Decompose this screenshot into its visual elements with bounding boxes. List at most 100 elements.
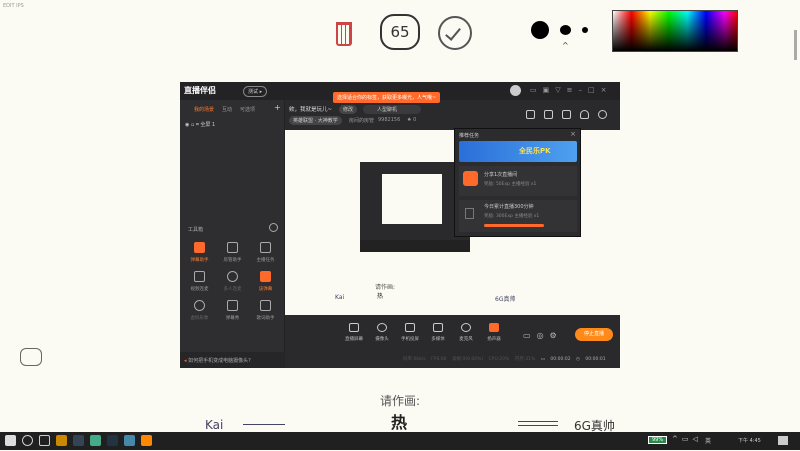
edit-title-button[interactable]: 修改 bbox=[339, 105, 358, 114]
status-bar: 码率:0kb/s FPS:60 丢帧:0(0.00%) CPU:20% 内存:3… bbox=[403, 357, 606, 362]
skin-icon[interactable]: ▣ bbox=[543, 86, 556, 94]
box-icon[interactable] bbox=[562, 110, 571, 119]
room-id: 9982156 bbox=[378, 117, 401, 123]
main-area: 欸，我就是玩儿~ 修改 人型聊机 英雄联盟 · 大神教学 房间的房管 99821… bbox=[285, 100, 620, 368]
toolbox-title: 工具箱 bbox=[188, 227, 204, 233]
brush-large[interactable] bbox=[531, 21, 549, 39]
record-time: 00:00:01 bbox=[585, 357, 606, 362]
tip-bar[interactable]: ◂ 如何把手机变成电脑摄像头? bbox=[180, 352, 285, 368]
scene-name: 全屏 1 bbox=[200, 122, 216, 128]
version-badge[interactable]: 测试 ▸ bbox=[243, 86, 268, 97]
brush-size-value: 65 bbox=[390, 23, 410, 41]
notification-icon[interactable] bbox=[778, 436, 788, 445]
brush-medium[interactable] bbox=[560, 25, 571, 35]
tool-danmu-show[interactable]: 弹幕秀 bbox=[216, 300, 249, 321]
live-streaming-app: 直播伴侣 测试 ▸ 选择适合你的标签，获取更多曝光，人气哦~ ▭▣▽≡–□× 我… bbox=[180, 82, 620, 368]
stream-title: 欸，我就是玩儿~ bbox=[289, 107, 333, 113]
minimize-icon[interactable]: – bbox=[579, 86, 589, 94]
close-icon[interactable]: × bbox=[570, 130, 576, 138]
task-progress-bar bbox=[484, 224, 544, 227]
chrome-icon[interactable] bbox=[90, 435, 101, 446]
prompt-word: 热 bbox=[391, 413, 408, 432]
add-scene-button[interactable]: + bbox=[274, 103, 281, 112]
tab-options[interactable]: 可选项 bbox=[240, 107, 255, 113]
scrollbar[interactable] bbox=[794, 30, 797, 60]
tag-field[interactable]: 人型聊机 bbox=[363, 105, 421, 114]
steam-icon[interactable] bbox=[107, 435, 118, 446]
tool-lyrics[interactable]: 歌词助手 bbox=[249, 300, 282, 321]
confirm-check-icon[interactable] bbox=[438, 16, 472, 50]
tool-danmu[interactable]: 该弹幕 bbox=[249, 271, 282, 292]
tool-danmu-helper[interactable]: 弹幕助手 bbox=[183, 242, 216, 263]
tag-tooltip: 选择适合你的标签，获取更多曝光，人气哦~ bbox=[333, 92, 441, 103]
search-icon[interactable] bbox=[22, 435, 33, 446]
task-item: 分享1次直播间 奖励: 50Exp 主播经验 x1 bbox=[459, 166, 577, 196]
tab-interact[interactable]: 互动 bbox=[222, 107, 232, 113]
popularity: ♠ 0 bbox=[407, 117, 417, 123]
steam-icon[interactable] bbox=[73, 435, 84, 446]
title-bar: 直播伴侣 测试 ▸ 选择适合你的标签，获取更多曝光，人气哦~ ▭▣▽≡–□× bbox=[180, 82, 620, 103]
phone-cast-button[interactable]: 手机投屏 bbox=[396, 323, 424, 342]
color-picker[interactable] bbox=[612, 10, 738, 52]
ime-indicator[interactable]: 英 bbox=[705, 436, 711, 445]
bell-icon[interactable] bbox=[580, 110, 589, 119]
tool-anchor-task[interactable]: 主播任务 bbox=[249, 242, 282, 263]
tab-scenes[interactable]: 我的场景 bbox=[194, 107, 214, 113]
app-icon[interactable] bbox=[56, 435, 67, 446]
task-name: 分享1次直播间 bbox=[484, 172, 518, 178]
microphone-button[interactable]: 麦克风 bbox=[452, 323, 480, 342]
filter-icon[interactable]: ▽ bbox=[555, 86, 566, 94]
taskbar-apps bbox=[2, 432, 155, 451]
settings-icon[interactable]: ⚙ bbox=[550, 331, 563, 340]
undo-icon[interactable] bbox=[20, 348, 42, 366]
avatar[interactable] bbox=[510, 85, 521, 96]
live-time: 00:00:02 bbox=[550, 357, 571, 362]
live-app-icon[interactable] bbox=[141, 435, 152, 446]
message-icon[interactable]: ▭ bbox=[530, 86, 543, 94]
task-name: 今日累计直播300分钟 bbox=[484, 204, 534, 210]
share-icon[interactable] bbox=[598, 110, 607, 119]
close-icon[interactable]: × bbox=[601, 86, 613, 94]
menu-icon[interactable]: ≡ bbox=[567, 86, 579, 94]
task-banner[interactable]: 全民乐PK bbox=[459, 141, 577, 162]
scene-item[interactable]: ◉ ▫ ⌗ 全屏 1 bbox=[185, 121, 215, 128]
screen-capture-button[interactable]: 直播屏幕 bbox=[340, 323, 368, 342]
eye-icon[interactable]: ◎ bbox=[537, 331, 550, 340]
brush-size-badge[interactable]: 65 bbox=[380, 14, 420, 50]
window-controls: ▭▣▽≡–□× bbox=[530, 86, 613, 94]
camera-button[interactable]: 摄像头 bbox=[368, 323, 396, 342]
speaker-button[interactable]: 扬声器 bbox=[480, 323, 508, 342]
gift-icon[interactable] bbox=[526, 110, 535, 119]
tray-icons[interactable]: ^▭◁ bbox=[672, 435, 702, 443]
tool-avatar[interactable]: 虚拟形象 bbox=[183, 300, 216, 321]
toolbox-settings-icon[interactable] bbox=[269, 223, 278, 232]
eye-icon[interactable]: ◉ bbox=[185, 122, 189, 128]
tool-video-link[interactable]: 视频连麦 bbox=[183, 271, 216, 292]
trash-icon[interactable] bbox=[336, 22, 352, 46]
windows-start-icon[interactable] bbox=[5, 435, 16, 446]
app-icon[interactable] bbox=[124, 435, 135, 446]
toolbox-grid: 弹幕助手 房管助手 主播任务 视频连麦 多人连麦 该弹幕 虚拟形象 弹幕秀 歌词助手 bbox=[183, 242, 285, 329]
brush-small[interactable] bbox=[582, 27, 588, 33]
task-reward: 奖励: 300Exp 主播经验 x1 bbox=[484, 214, 540, 219]
task-popup: 推荐任务 × 全民乐PK 分享1次直播间 奖励: 50Exp 主播经验 x1 今… bbox=[454, 128, 581, 237]
stop-stream-button[interactable]: 停止直播 bbox=[575, 328, 613, 341]
arrow-right-icon bbox=[243, 424, 285, 425]
battery-indicator[interactable]: 99% bbox=[648, 436, 668, 444]
chevron-up-icon[interactable]: ^ bbox=[562, 41, 569, 50]
record-icon[interactable]: ▭ bbox=[523, 331, 537, 340]
task-item: 今日累计直播300分钟 奖励: 300Exp 主播经验 x1 bbox=[459, 200, 577, 232]
tool-multi-link[interactable]: 多人连麦 bbox=[216, 271, 249, 292]
bottom-icons: ▭◎⚙ bbox=[523, 331, 563, 340]
prompt-label: 请作画: bbox=[380, 394, 421, 408]
clock[interactable]: 下午 4:45 bbox=[738, 437, 761, 444]
task-view-icon[interactable] bbox=[39, 435, 50, 446]
lock-icon[interactable] bbox=[544, 110, 553, 119]
tool-room-admin[interactable]: 房管助手 bbox=[216, 242, 249, 263]
maximize-icon[interactable]: □ bbox=[588, 86, 601, 94]
left-tabs: 我的场景 互动 可选项 bbox=[194, 106, 263, 113]
media-button[interactable]: 多媒体 bbox=[424, 323, 452, 342]
task-popup-title: 推荐任务 bbox=[459, 133, 480, 139]
task-reward: 奖励: 50Exp 主播经验 x1 bbox=[484, 182, 537, 187]
category-selector[interactable]: 英雄联盟 · 大神教学 bbox=[289, 116, 342, 125]
